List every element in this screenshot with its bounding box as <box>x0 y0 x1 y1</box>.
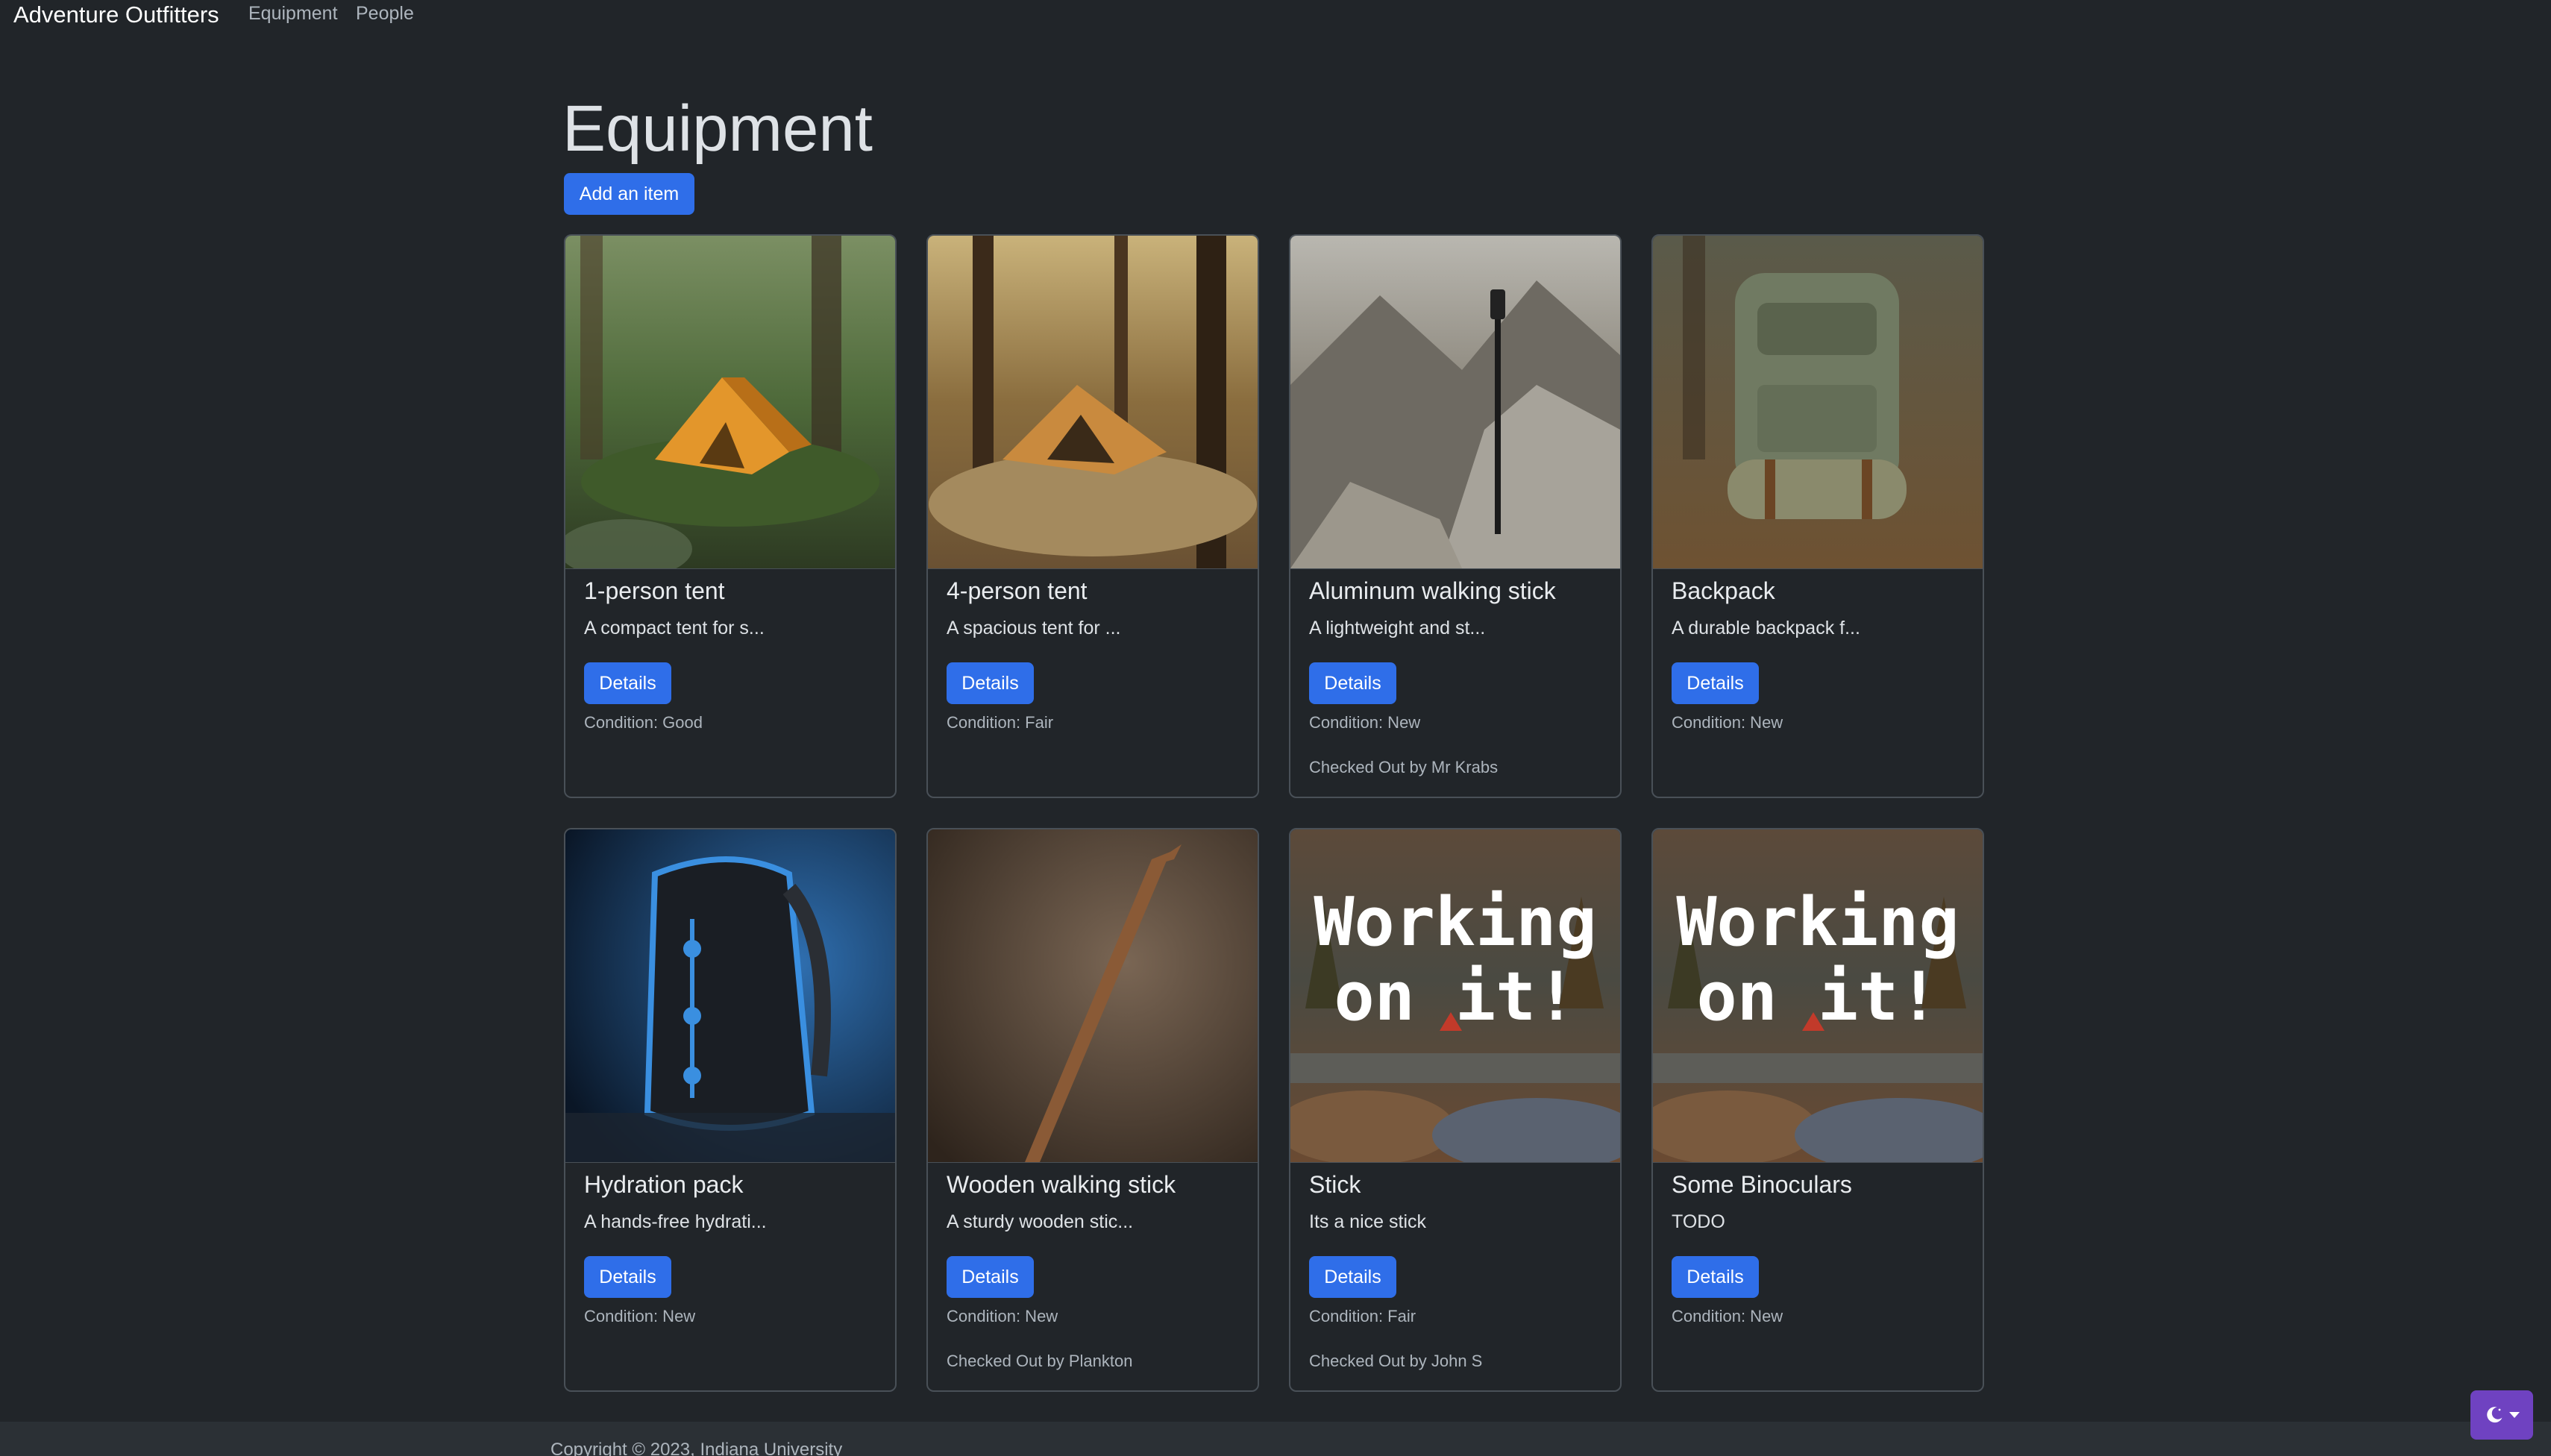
image-text-line-1: Working <box>1314 883 1596 961</box>
chevron-down-icon <box>2509 1412 2520 1418</box>
page-title: Equipment <box>562 92 873 165</box>
condition-text: Condition: Good <box>584 713 703 732</box>
details-button[interactable]: Details <box>1309 662 1396 704</box>
details-button[interactable]: Details <box>584 1256 671 1298</box>
hydration-pack-image <box>565 829 895 1163</box>
moon-icon <box>2487 1407 2503 1423</box>
checkout-status: Checked Out by Mr Krabs <box>1309 758 1499 776</box>
walking-stick-mountain-image <box>1290 236 1620 569</box>
card-description: TODO <box>1672 1211 1725 1232</box>
add-item-button[interactable]: Add an item <box>564 173 694 215</box>
card-title: Wooden walking stick <box>947 1171 1176 1198</box>
theme-toggle-button[interactable] <box>2470 1390 2533 1440</box>
brand-link[interactable]: Adventure Outfitters <box>13 0 219 30</box>
card-title: 1-person tent <box>584 577 725 604</box>
details-button[interactable]: Details <box>1672 662 1759 704</box>
card-title: 4-person tent <box>947 577 1088 604</box>
card-title: Stick <box>1309 1171 1361 1198</box>
card-description: A compact tent for s... <box>584 618 765 638</box>
footer-copyright: Copyright © 2023, Indiana University <box>550 1440 843 1456</box>
card-description: A spacious tent for ... <box>947 618 1121 638</box>
tent-campsite-image <box>928 236 1258 569</box>
image-text-line-2: on it! <box>1334 958 1576 1036</box>
card-description: Its a nice stick <box>1309 1211 1426 1232</box>
condition-text: Condition: New <box>1672 1307 1783 1325</box>
card-description: A lightweight and st... <box>1309 618 1486 638</box>
footer: Copyright © 2023, Indiana University <box>0 1422 2551 1456</box>
equipment-card: 4-person tent A spacious tent for ... De… <box>926 234 1259 798</box>
image-text-line-2: on it! <box>1696 958 1939 1036</box>
working-on-it-image: Working on it! <box>1290 829 1620 1163</box>
details-button[interactable]: Details <box>1672 1256 1759 1298</box>
equipment-card: Hydration pack A hands-free hydrati... D… <box>564 828 897 1392</box>
top-navbar: Adventure Outfitters Equipment People <box>0 0 2551 30</box>
condition-text: Condition: New <box>1672 713 1783 732</box>
details-button[interactable]: Details <box>947 662 1034 704</box>
working-on-it-image: Working on it! <box>1653 829 1983 1163</box>
equipment-card: 1-person tent A compact tent for s... De… <box>564 234 897 798</box>
equipment-card: Backpack A durable backpack f... Details… <box>1651 234 1984 798</box>
card-title: Backpack <box>1672 577 1775 604</box>
nav-link-equipment[interactable]: Equipment <box>248 0 338 27</box>
equipment-card: Working on it! Stick Its a nice stick De… <box>1289 828 1622 1392</box>
card-title: Some Binoculars <box>1672 1171 1852 1198</box>
wooden-stick-image <box>928 829 1258 1163</box>
card-title: Hydration pack <box>584 1171 744 1198</box>
tent-forest-image <box>565 236 895 569</box>
card-description: A durable backpack f... <box>1672 618 1860 638</box>
equipment-card: Aluminum walking stick A lightweight and… <box>1289 234 1622 798</box>
condition-text: Condition: Fair <box>1309 1307 1416 1325</box>
card-description: A hands-free hydrati... <box>584 1211 767 1232</box>
image-text-line-1: Working <box>1676 883 1959 961</box>
details-button[interactable]: Details <box>947 1256 1034 1298</box>
equipment-card: Wooden walking stick A sturdy wooden sti… <box>926 828 1259 1392</box>
backpack-image <box>1653 236 1983 569</box>
nav-link-people[interactable]: People <box>356 0 414 27</box>
condition-text: Condition: New <box>1309 713 1421 732</box>
details-button[interactable]: Details <box>1309 1256 1396 1298</box>
details-button[interactable]: Details <box>584 662 671 704</box>
equipment-card: Working on it! Some Binoculars TODO Deta… <box>1651 828 1984 1392</box>
condition-text: Condition: New <box>584 1307 696 1325</box>
card-description: A sturdy wooden stic... <box>947 1211 1134 1232</box>
card-title: Aluminum walking stick <box>1309 577 1556 604</box>
checkout-status: Checked Out by John S <box>1309 1352 1483 1370</box>
condition-text: Condition: Fair <box>947 713 1054 732</box>
condition-text: Condition: New <box>947 1307 1058 1325</box>
checkout-status: Checked Out by Plankton <box>947 1352 1133 1370</box>
